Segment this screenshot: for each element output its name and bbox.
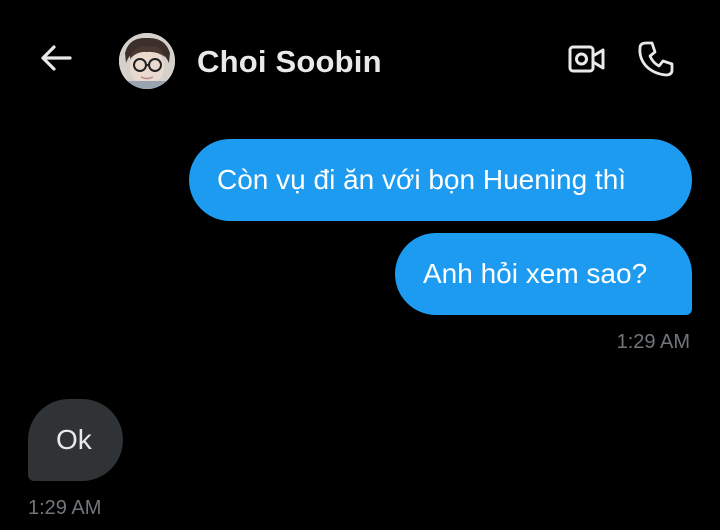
back-button[interactable] [36,40,76,80]
phone-icon [637,40,675,83]
voice-call-button[interactable] [634,40,678,82]
message-timestamp: 1:29 AM [616,331,690,353]
video-camera-icon [568,44,606,79]
message-bubble-sent[interactable]: Anh hỏi xem sao? [395,233,692,315]
chat-header: Choi Soobin [0,0,720,125]
video-call-button[interactable] [566,42,608,80]
message-bubble-sent[interactable]: Còn vụ đi ăn với bọn Huening thì [189,139,692,221]
message-text: Còn vụ đi ăn với bọn Huening thì [217,164,627,195]
contact-name[interactable]: Choi Soobin [197,44,382,80]
message-text: Ok [56,424,92,455]
message-timestamp: 1:29 AM [28,497,102,519]
arrow-left-icon [39,44,73,77]
message-bubble-received[interactable]: Ok [28,399,123,481]
avatar[interactable] [119,33,175,89]
message-text: Anh hỏi xem sao? [423,258,648,289]
